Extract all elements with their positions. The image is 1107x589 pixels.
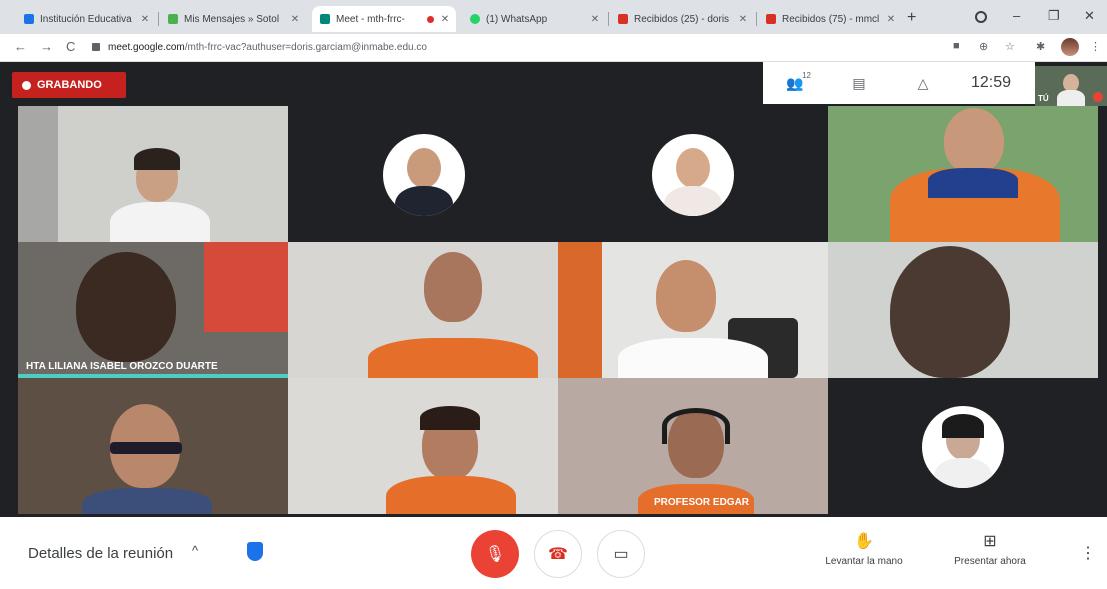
- browser-tab-gmail-2[interactable]: Recibidos (75) - mmcl ✕: [758, 6, 902, 32]
- mensajes-favicon-icon: [168, 14, 178, 24]
- meeting-details-button[interactable]: Detalles de la reunión: [28, 545, 173, 562]
- camera-indicator-icon[interactable]: ■: [953, 40, 960, 52]
- tab-title: Recibidos (75) - mmcl: [782, 13, 880, 25]
- video-camera-icon: ▭: [613, 546, 629, 563]
- participant-tile[interactable]: [828, 106, 1098, 242]
- participant-tile[interactable]: [828, 378, 1098, 514]
- browser-tab-mensajes[interactable]: Mis Mensajes » Sotol ✕: [160, 6, 306, 32]
- chevron-up-icon[interactable]: ^: [192, 543, 198, 558]
- url-host: meet.google.com: [108, 42, 185, 53]
- meeting-clock: 12:59: [971, 74, 1012, 91]
- reload-icon[interactable]: C: [66, 39, 75, 54]
- chat-button[interactable]: ▤: [827, 75, 891, 92]
- recording-dot-icon: [22, 80, 31, 90]
- camera-toggle-button[interactable]: ▭: [597, 530, 645, 578]
- host-controls-shield-icon[interactable]: [247, 542, 263, 561]
- tab-title: Meet - mth-frrc-: [336, 13, 405, 25]
- gmail-favicon-icon: [618, 14, 628, 24]
- minimize-button[interactable]: –: [1013, 8, 1020, 23]
- extensions-icon[interactable]: ✱: [1036, 40, 1045, 53]
- url-path: /mth-frrc-vac?authuser=doris.garciam@inm…: [184, 42, 427, 53]
- self-muted-icon: [1093, 92, 1103, 102]
- url-input[interactable]: meet.google.com/mth-frrc-vac?authuser=do…: [92, 38, 982, 58]
- institucion-favicon-icon: [24, 14, 34, 24]
- close-tab-icon[interactable]: ✕: [438, 14, 452, 25]
- participant-tile[interactable]: HTA LILIANA ISABEL OROZCO DUARTE: [18, 242, 288, 378]
- participant-avatar: [652, 134, 734, 216]
- tab-recording-icon: [427, 15, 434, 23]
- participant-tile[interactable]: [288, 242, 558, 378]
- chrome-menu-icon[interactable]: ⋮: [1090, 40, 1101, 53]
- chat-icon: ▤: [852, 74, 866, 91]
- zoom-icon[interactable]: ⊕: [979, 40, 988, 53]
- close-tab-icon[interactable]: ✕: [884, 14, 898, 25]
- microphone-toggle-button[interactable]: 🎙: [471, 530, 519, 578]
- lock-icon: [92, 43, 100, 52]
- tab-title: Recibidos (25) - doris: [634, 13, 730, 25]
- close-tab-icon[interactable]: ✕: [288, 14, 302, 25]
- present-label: Presentar ahora: [954, 556, 1026, 567]
- extension-record-icon[interactable]: [975, 11, 987, 23]
- raise-hand-label: Levantar la mano: [825, 556, 903, 567]
- self-label: TÚ: [1038, 94, 1049, 103]
- participant-tile[interactable]: [288, 378, 558, 514]
- recording-label: GRABANDO: [37, 79, 102, 91]
- maximize-button[interactable]: ❐: [1048, 8, 1060, 24]
- hand-icon: ✋: [854, 533, 874, 550]
- shapes-icon: △: [917, 74, 929, 91]
- recording-badge: GRABANDO: [12, 72, 126, 98]
- participant-avatar: [383, 134, 465, 216]
- mic-off-icon: 🎙: [484, 546, 506, 563]
- participant-tile[interactable]: [828, 242, 1098, 378]
- browser-tab-meet[interactable]: Meet - mth-frrc- ✕: [312, 6, 456, 32]
- participant-name: PROFESOR EDGAR: [654, 497, 750, 508]
- browser-tab-gmail-1[interactable]: Recibidos (25) - doris ✕: [610, 6, 754, 32]
- meeting-top-bar: 👥 12 ▤ △ 12:59: [763, 62, 1035, 104]
- participant-tile[interactable]: [558, 242, 828, 378]
- participants-button[interactable]: 👥 12: [763, 71, 827, 92]
- participant-name: HTA LILIANA ISABEL OROZCO DUARTE: [26, 361, 218, 372]
- participant-count: 12: [802, 70, 811, 80]
- browser-tab-institucion[interactable]: Institución Educativa ✕: [16, 6, 156, 32]
- bookmark-star-icon[interactable]: ☆: [1005, 40, 1015, 53]
- participant-tile[interactable]: [558, 106, 828, 242]
- tab-title: (1) WhatsApp: [486, 13, 548, 25]
- leave-call-button[interactable]: ☎: [534, 530, 582, 578]
- people-icon: 👥: [786, 74, 804, 91]
- close-tab-icon[interactable]: ✕: [138, 14, 152, 25]
- participant-tile[interactable]: PROFESOR EDGAR: [558, 378, 828, 514]
- raise-hand-button[interactable]: ✋ Levantar la mano: [814, 531, 914, 567]
- participant-avatar: [922, 406, 1004, 488]
- participant-tile[interactable]: [288, 106, 558, 242]
- close-tab-icon[interactable]: ✕: [588, 14, 602, 25]
- profile-avatar[interactable]: [1061, 38, 1079, 56]
- tab-title: Institución Educativa: [40, 13, 132, 25]
- participant-tile[interactable]: [18, 378, 288, 514]
- gmail-favicon-icon: [766, 14, 776, 24]
- activities-button[interactable]: △: [891, 75, 955, 92]
- tab-title: Mis Mensajes » Sotol: [184, 13, 280, 25]
- address-bar: ← → C meet.google.com/mth-frrc-vac?authu…: [0, 34, 1107, 62]
- close-tab-icon[interactable]: ✕: [736, 14, 750, 25]
- back-icon[interactable]: ←: [14, 39, 27, 54]
- new-tab-button[interactable]: +: [907, 9, 916, 27]
- close-window-button[interactable]: ✕: [1084, 8, 1095, 24]
- meeting-controls-bar: Detalles de la reunión ^ 🎙 ☎ ▭ ✋ Levanta…: [0, 517, 1107, 589]
- self-view-tile[interactable]: TÚ: [1035, 66, 1107, 106]
- hang-up-icon: ☎: [548, 546, 568, 563]
- whatsapp-favicon-icon: [470, 14, 480, 24]
- browser-tab-whatsapp[interactable]: (1) WhatsApp ✕: [462, 6, 606, 32]
- present-screen-icon: ⊞: [983, 533, 997, 550]
- forward-icon[interactable]: →: [40, 39, 53, 54]
- present-now-button[interactable]: ⊞ Presentar ahora: [942, 531, 1038, 567]
- more-options-icon[interactable]: ⋮: [1080, 543, 1096, 563]
- participant-tile[interactable]: [18, 106, 288, 242]
- meet-favicon-icon: [320, 14, 330, 24]
- browser-tab-strip: Institución Educativa ✕ Mis Mensajes » S…: [0, 0, 1107, 34]
